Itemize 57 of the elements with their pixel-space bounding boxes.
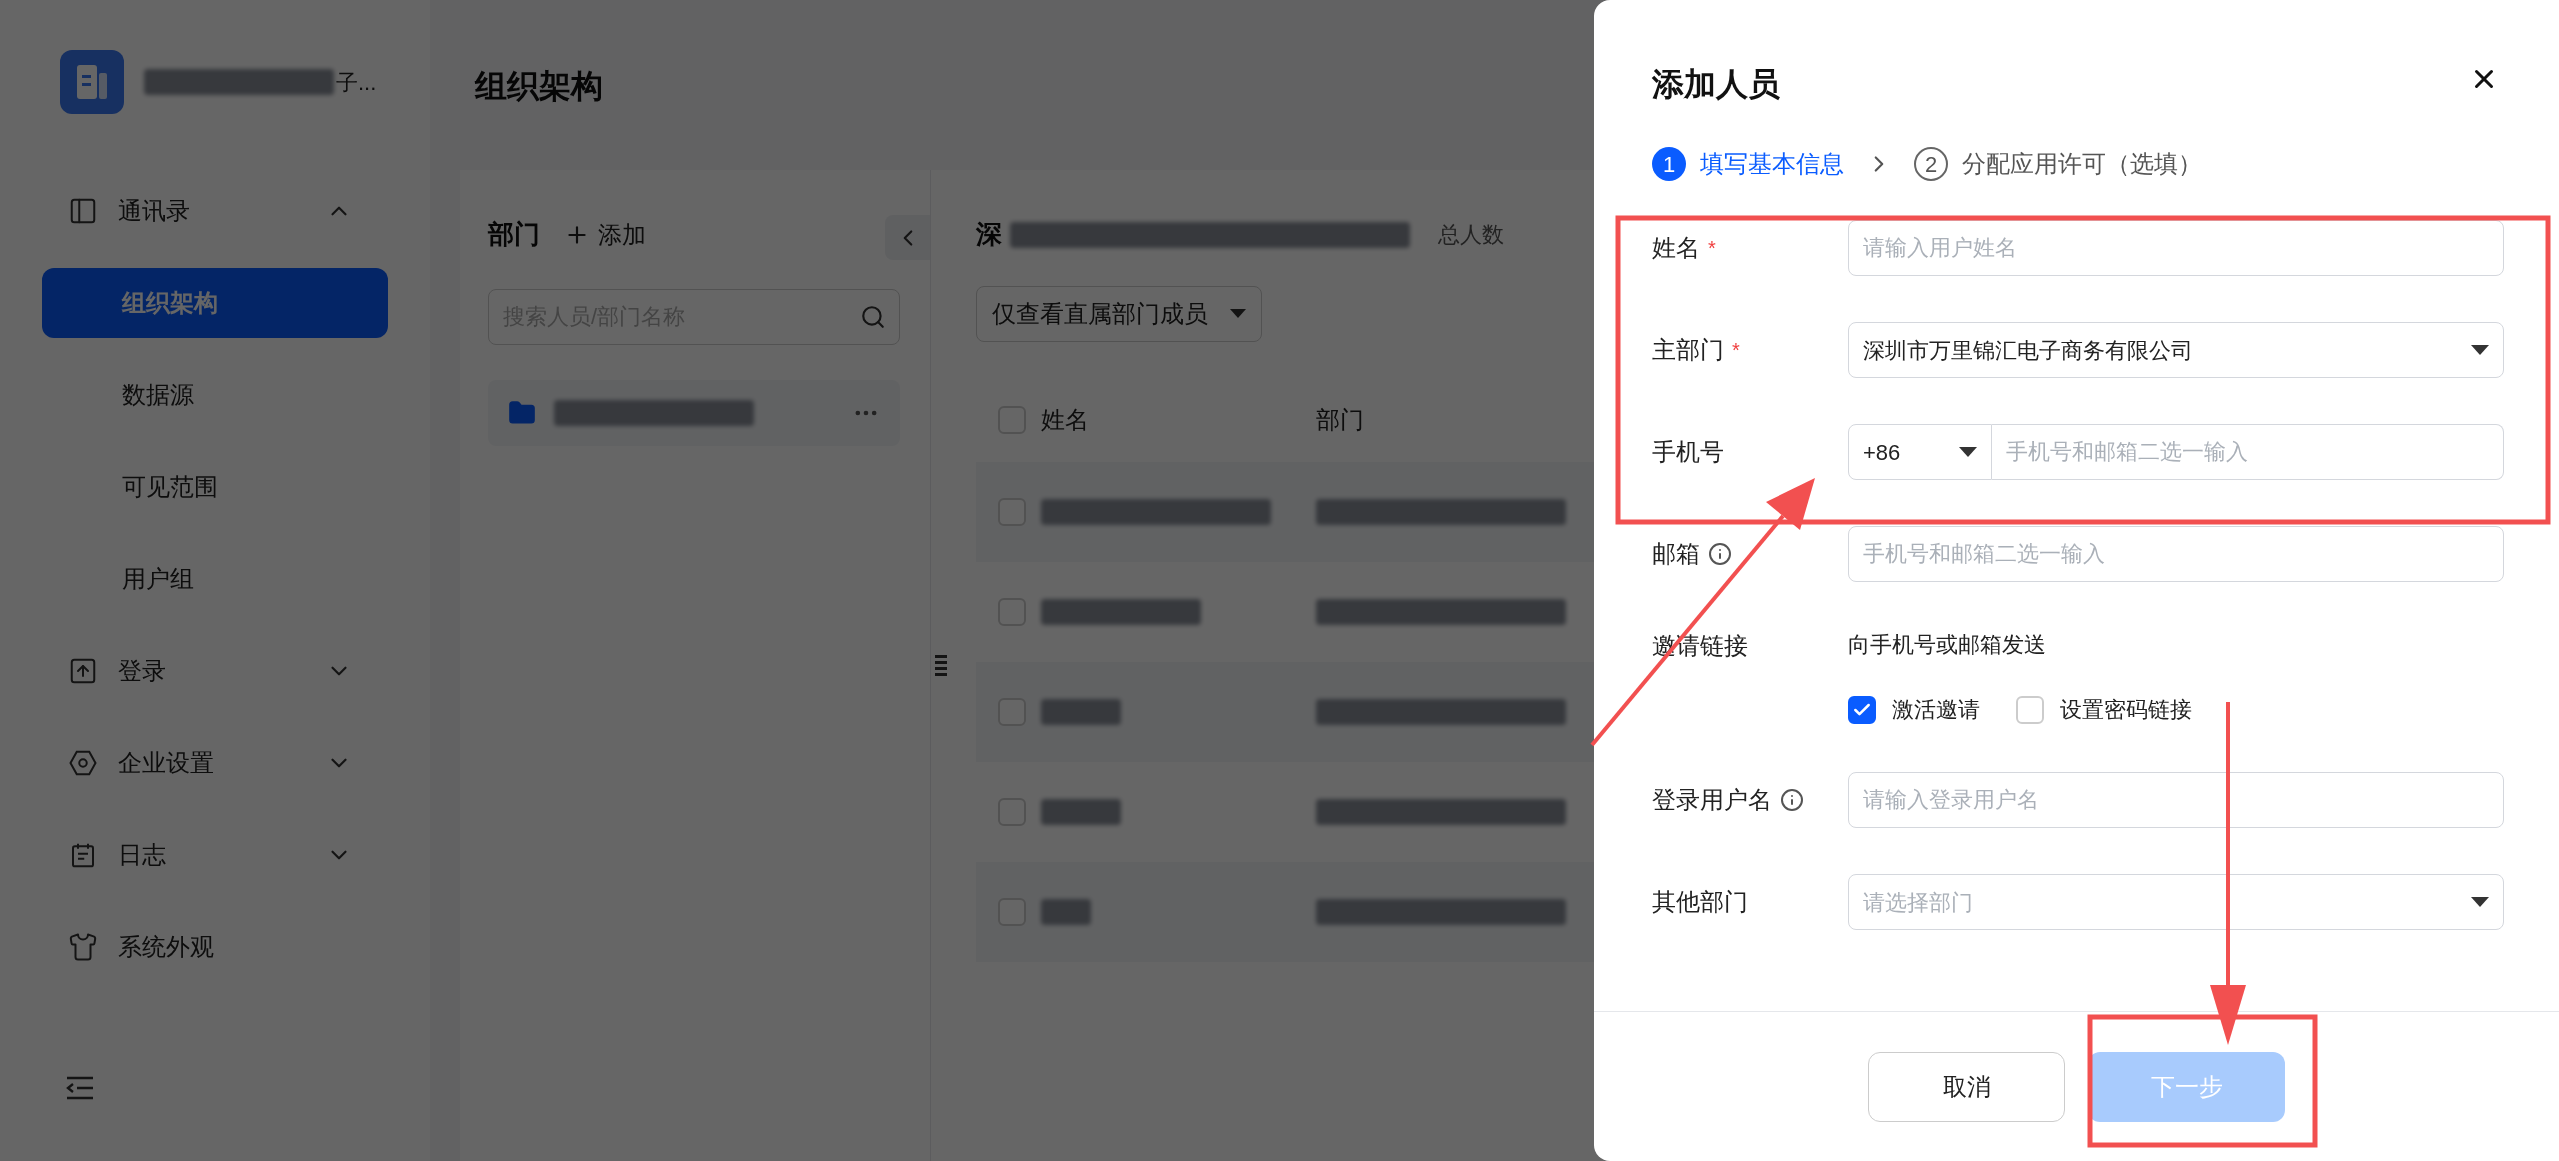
step-tab[interactable]: 1 填写基本信息 — [1652, 146, 1844, 182]
nav-subitem[interactable]: 用户组 — [42, 544, 388, 614]
nav-item[interactable]: 日志 — [0, 820, 430, 890]
text-field[interactable]: 请输入用户姓名 — [1848, 220, 2504, 276]
drag-handle-icon[interactable] — [935, 655, 947, 677]
panel-icon — [68, 196, 98, 226]
nav-subitem[interactable]: 组织架构 — [42, 268, 388, 338]
redacted-text — [1041, 899, 1091, 925]
country-code-select[interactable]: +86 — [1848, 424, 1992, 480]
field-label: 姓名 — [1652, 233, 1700, 263]
caret-down-icon — [2471, 897, 2489, 907]
column-header: 姓名 — [1041, 405, 1090, 435]
invite-description: 向手机号或邮箱发送 — [1848, 631, 2047, 659]
select-field[interactable]: 请选择部门 — [1848, 874, 2504, 930]
folder-icon — [508, 399, 536, 427]
nav-item[interactable]: 系统外观 — [0, 912, 430, 982]
phone-field[interactable]: 手机号和邮箱二选一输入 — [1992, 424, 2504, 480]
text-field[interactable]: 手机号和邮箱二选一输入 — [1848, 526, 2504, 582]
field-label: 主部门 — [1652, 335, 1724, 365]
step-tab[interactable]: 2 分配应用许可（选填） — [1914, 146, 2202, 182]
field-label: 手机号 — [1652, 437, 1724, 467]
caret-down-icon — [1959, 447, 1977, 457]
department-title: 深 — [976, 218, 1002, 251]
collapse-menu-icon[interactable] — [65, 1075, 95, 1101]
field-label: 其他部门 — [1652, 887, 1748, 917]
member-count-label: 总人数 — [1438, 221, 1504, 249]
checkbox-label: 设置密码链接 — [2060, 696, 2192, 724]
add-button[interactable]: 添加 — [564, 216, 646, 253]
field-label: 邮箱 — [1652, 539, 1700, 569]
column-header: 部门 — [1316, 405, 1364, 435]
settings-icon — [68, 748, 98, 778]
panel-title: 部门 — [488, 218, 540, 251]
caret-down-icon — [1230, 309, 1246, 319]
drawer-title: 添加人员 — [1652, 65, 1780, 104]
nav-item[interactable]: 企业设置 — [0, 728, 430, 798]
nav-item[interactable]: 登录 — [0, 636, 430, 706]
required-mark: * — [1708, 236, 1716, 261]
nav-item[interactable]: 通讯录 — [0, 176, 430, 246]
checkbox-label: 激活邀请 — [1892, 696, 1980, 724]
nav-subitem[interactable]: 可见范围 — [42, 452, 388, 522]
page-title: 组织架构 — [475, 67, 603, 106]
checkbox[interactable] — [1848, 695, 1876, 724]
upload-icon — [68, 656, 98, 686]
org-name: 子... — [336, 68, 377, 97]
required-mark: * — [1732, 338, 1740, 363]
select-field[interactable]: 深圳市万里锦汇电子商务有限公司 — [1848, 322, 2504, 378]
search-icon — [860, 304, 886, 330]
caret-down-icon — [2471, 345, 2489, 355]
nav-subitem[interactable]: 数据源 — [42, 360, 388, 430]
collapse-panel-button[interactable] — [885, 215, 930, 260]
text-field[interactable]: 请输入登录用户名 — [1848, 772, 2504, 828]
app-logo — [60, 50, 124, 114]
department-row[interactable] — [488, 380, 900, 446]
field-label: 登录用户名 — [1652, 785, 1772, 815]
shirt-icon — [68, 932, 98, 962]
cancel-button[interactable]: 取消 — [1868, 1051, 2065, 1122]
filter-dropdown[interactable]: 仅查看直属部门成员 — [976, 286, 1262, 342]
